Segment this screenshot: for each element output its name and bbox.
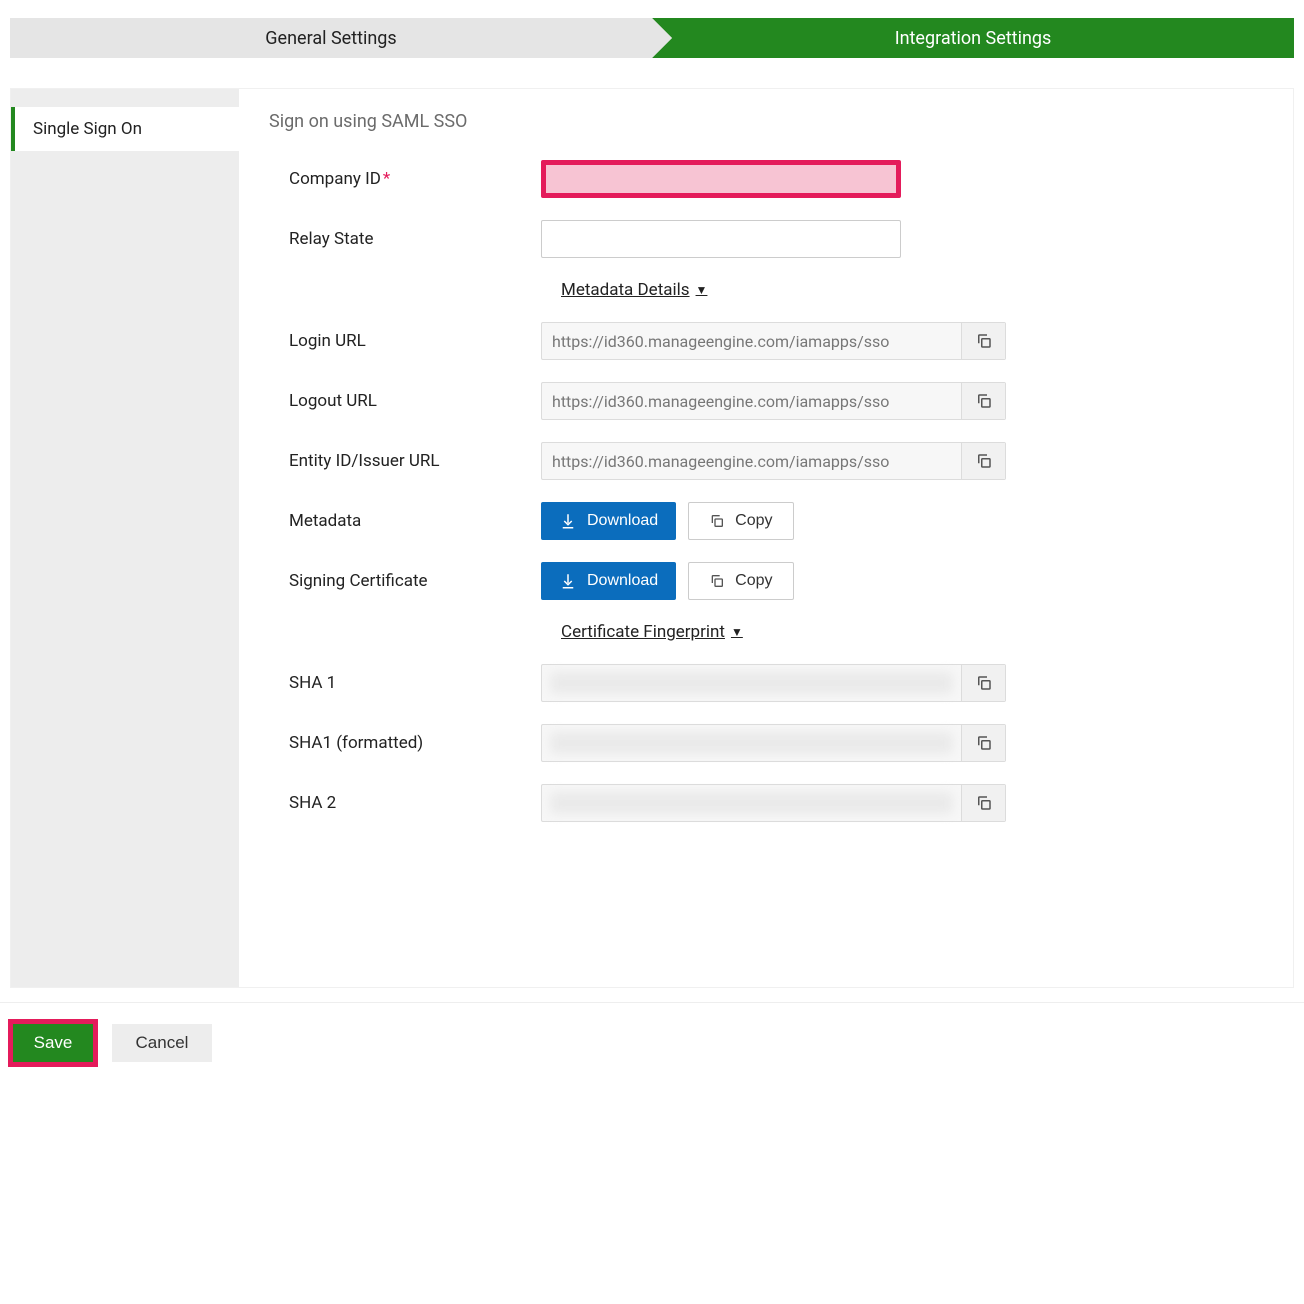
footer-bar: Save Cancel	[0, 1002, 1304, 1107]
sidebar-item-single-sign-on[interactable]: Single Sign On	[11, 107, 239, 151]
chevron-down-icon: ▼	[731, 625, 743, 639]
company-id-input[interactable]	[541, 160, 901, 198]
metadata-label: Metadata	[269, 511, 541, 531]
company-id-label: Company ID*	[269, 169, 541, 189]
logout-url-value: https://id360.manageengine.com/iamapps/s…	[541, 382, 1006, 420]
logout-url-label: Logout URL	[269, 391, 541, 411]
save-button[interactable]: Save	[13, 1024, 93, 1062]
cancel-button[interactable]: Cancel	[112, 1024, 212, 1062]
tab-integration-settings[interactable]: Integration Settings	[652, 18, 1294, 58]
copy-icon	[975, 452, 993, 470]
login-url-label: Login URL	[269, 331, 541, 351]
login-url-value: https://id360.manageengine.com/iamapps/s…	[541, 322, 1006, 360]
copy-icon	[975, 392, 993, 410]
copy-icon	[975, 794, 993, 812]
sha1-label: SHA 1	[269, 673, 541, 693]
relay-state-label: Relay State	[269, 229, 541, 249]
tab-general-settings[interactable]: General Settings	[10, 18, 652, 58]
sidebar-item-label: Single Sign On	[33, 119, 142, 139]
chevron-down-icon: ▼	[696, 283, 708, 297]
download-signing-cert-button[interactable]: Download	[541, 562, 676, 600]
required-asterisk: *	[383, 169, 390, 189]
copy-sha1-formatted-button[interactable]	[961, 725, 1005, 761]
metadata-details-toggle[interactable]: Metadata Details ▼	[561, 280, 707, 300]
copy-login-url-button[interactable]	[961, 323, 1005, 359]
copy-entity-id-button[interactable]	[961, 443, 1005, 479]
copy-metadata-button[interactable]: Copy	[688, 502, 793, 540]
copy-signing-cert-button[interactable]: Copy	[688, 562, 793, 600]
sha1-formatted-label: SHA1 (formatted)	[269, 733, 541, 753]
copy-icon	[975, 734, 993, 752]
copy-icon	[975, 332, 993, 350]
certificate-fingerprint-toggle[interactable]: Certificate Fingerprint ▼	[561, 622, 743, 642]
sidebar: Single Sign On	[11, 89, 239, 987]
save-button-highlight: Save	[8, 1019, 98, 1067]
tab-general-label: General Settings	[265, 28, 396, 49]
relay-state-input[interactable]	[541, 220, 901, 258]
sha2-value	[541, 784, 1006, 822]
entity-id-label: Entity ID/Issuer URL	[269, 451, 541, 471]
wizard-tabs: General Settings Integration Settings	[10, 18, 1294, 58]
download-icon	[559, 572, 577, 590]
copy-logout-url-button[interactable]	[961, 383, 1005, 419]
main-content: Sign on using SAML SSO Company ID* Relay…	[239, 89, 1293, 987]
copy-icon	[975, 674, 993, 692]
copy-sha1-button[interactable]	[961, 665, 1005, 701]
tab-integration-label: Integration Settings	[895, 28, 1052, 49]
section-title: Sign on using SAML SSO	[269, 111, 1263, 132]
copy-icon	[709, 573, 725, 589]
signing-cert-label: Signing Certificate	[269, 571, 541, 591]
copy-icon	[709, 513, 725, 529]
sha2-label: SHA 2	[269, 793, 541, 813]
sha1-value	[541, 664, 1006, 702]
download-icon	[559, 512, 577, 530]
sha1-formatted-value	[541, 724, 1006, 762]
copy-sha2-button[interactable]	[961, 785, 1005, 821]
download-metadata-button[interactable]: Download	[541, 502, 676, 540]
entity-id-value: https://id360.manageengine.com/iamapps/s…	[541, 442, 1006, 480]
